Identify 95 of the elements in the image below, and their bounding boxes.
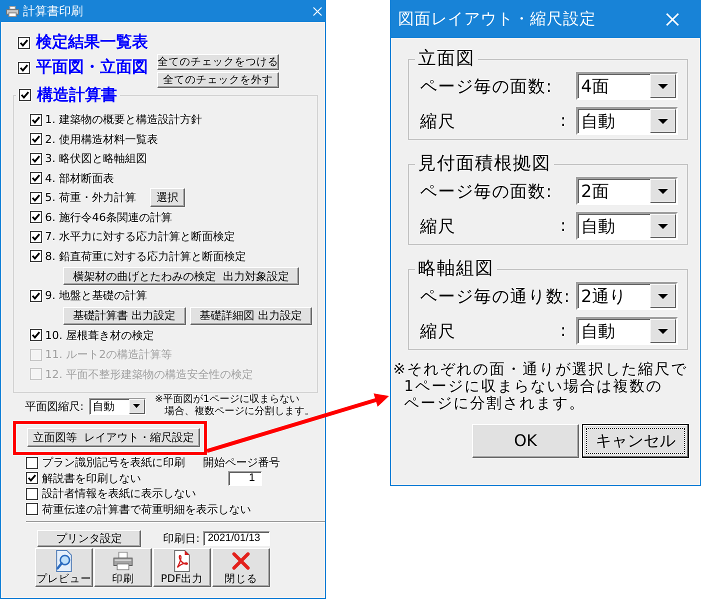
caret-icon: [658, 224, 668, 228]
output-settings-button[interactable]: 横架材の曲げとたわみの検定 出力対象設定: [63, 267, 299, 285]
window-title: 図面レイアウト・縮尺設定: [398, 8, 597, 30]
checkbox[interactable]: [26, 472, 38, 484]
note-text: 1ページに収まらない場合は複数の: [403, 378, 664, 395]
option-label: 1. 建築物の概要と構造設計方針: [45, 112, 202, 128]
option-label: 7. 水平力に対する応力計算と断面検定: [45, 229, 235, 244]
pdf-document-icon: [172, 550, 192, 572]
output-settings-button[interactable]: 基礎詳細図 出力設定: [190, 306, 312, 324]
print-date-label: 印刷日:: [163, 530, 200, 546]
checkbox[interactable]: [30, 290, 42, 302]
checkbox[interactable]: [30, 133, 42, 146]
layout-scale-settings-button[interactable]: 立面図等 レイアウト・縮尺設定: [27, 428, 200, 447]
caret-icon: [133, 404, 140, 408]
dropdown[interactable]: 4面: [576, 72, 678, 100]
option-label: 4. 部材断面表: [45, 170, 114, 186]
scale-label: 平面図縮尺:: [25, 398, 84, 414]
print-date-field[interactable]: 2021/01/13: [202, 530, 270, 546]
checkbox[interactable]: [19, 89, 31, 101]
printer-icon: [113, 550, 133, 572]
field-label: 縮尺: [420, 110, 457, 132]
checkbox[interactable]: [26, 503, 38, 516]
group-label: 立面図: [417, 49, 476, 69]
close-icon[interactable]: [666, 12, 679, 26]
window-title: 計算書印刷: [23, 2, 84, 20]
ok-button[interactable]: OK: [472, 424, 579, 458]
checkbox[interactable]: [30, 172, 42, 184]
caret-icon: [658, 84, 668, 88]
field-label: ページ毎の通り数:: [420, 286, 572, 308]
printer-icon: [6, 6, 19, 16]
print-button[interactable]: 印刷: [94, 548, 152, 587]
field-label: 縮尺: [420, 216, 457, 238]
option-label: 検定結果一覧表: [36, 32, 148, 53]
colon-label: :: [560, 321, 566, 341]
option-label: 5. 荷重・外力計算: [45, 190, 136, 206]
option-label: 3. 略伏図と略軸組図: [45, 151, 147, 166]
start-page-field[interactable]: 1: [228, 470, 262, 486]
checkbox[interactable]: [18, 62, 30, 74]
close-icon[interactable]: [313, 6, 322, 16]
close-button[interactable]: 閉じる: [212, 548, 270, 587]
field-label: 縮尺: [420, 320, 457, 342]
option-label: 6. 施行令46条関連の計算: [45, 210, 172, 225]
dropdown[interactable]: 自動: [576, 212, 678, 240]
uncheck-all-button[interactable]: 全てのチェックを外す: [157, 72, 279, 88]
colon-label: :: [560, 216, 566, 236]
close-icon: [231, 550, 251, 572]
caret-icon: [658, 328, 668, 334]
colon-label: :: [560, 111, 566, 131]
note-text: 場合、複数ページに分割します。: [164, 406, 315, 418]
caret-icon: [658, 118, 668, 124]
checkbox[interactable]: [30, 114, 42, 126]
group-label: 見付面積根拠図: [417, 154, 552, 174]
checkbox[interactable]: [30, 230, 42, 243]
group-label: 構造計算書: [37, 84, 117, 106]
checkbox[interactable]: [30, 152, 42, 165]
checkbox[interactable]: [30, 211, 42, 224]
option-label: 10. 屋根葺き材の検定: [45, 328, 154, 343]
field-label: ページ毎の面数:: [420, 76, 554, 98]
checkbox[interactable]: [18, 36, 30, 48]
option-label: 平面図・立面図: [36, 57, 148, 78]
checkbox[interactable]: [30, 192, 42, 204]
dropdown[interactable]: 2面: [576, 177, 678, 205]
dropdown[interactable]: 自動: [88, 398, 146, 414]
note-text: ページに分割されます。: [403, 395, 586, 412]
dropdown[interactable]: 自動: [576, 317, 678, 345]
checkbox[interactable]: [30, 329, 42, 342]
option-label: 12. 平面不整形建築物の構造安全性の検定: [45, 366, 253, 382]
document-magnifier-icon: [54, 550, 74, 572]
select-button[interactable]: 選択: [150, 188, 185, 208]
start-page-label: 開始ページ番号: [203, 455, 281, 470]
pdf-output-button[interactable]: PDF出力: [153, 548, 211, 587]
option-label: 荷重伝達の計算書で荷重明細を表示しない: [42, 502, 251, 517]
dropdown[interactable]: 自動: [576, 107, 678, 135]
option-label: 9. 地盤と基礎の計算: [45, 288, 147, 304]
option-label: 11. ルート2の構造計算等: [45, 347, 172, 362]
caret-icon: [658, 188, 668, 194]
dropdown[interactable]: 2通り: [576, 282, 678, 310]
checkbox[interactable]: [30, 250, 42, 262]
field-label: ページ毎の面数:: [420, 180, 554, 202]
option-label: プラン識別記号を表紙に印刷: [42, 455, 185, 470]
cancel-button[interactable]: キャンセル: [582, 424, 689, 458]
note-text: ※それぞれの面・通りが選択した縮尺で: [393, 361, 688, 378]
checkbox[interactable]: [26, 488, 38, 500]
checkbox[interactable]: [26, 456, 38, 469]
option-label: 設計者情報を表紙に表示しない: [42, 486, 196, 502]
output-settings-button[interactable]: 基礎計算書 出力設定: [63, 306, 186, 324]
check-all-button[interactable]: 全てのチェックをつける: [157, 54, 279, 70]
group-label: 略軸組図: [417, 259, 495, 279]
option-label: 解説書を印刷しない: [42, 470, 141, 486]
printer-settings-button[interactable]: プリンタ設定: [37, 530, 141, 546]
option-label: 8. 鉛直荷重に対する応力計算と断面検定: [45, 248, 246, 264]
preview-button[interactable]: プレビュー: [35, 548, 93, 587]
caret-icon: [658, 294, 668, 298]
option-label: 2. 使用構造材料一覧表: [45, 132, 158, 147]
note-text: ※平面図が1ページに収まらない: [154, 394, 300, 406]
